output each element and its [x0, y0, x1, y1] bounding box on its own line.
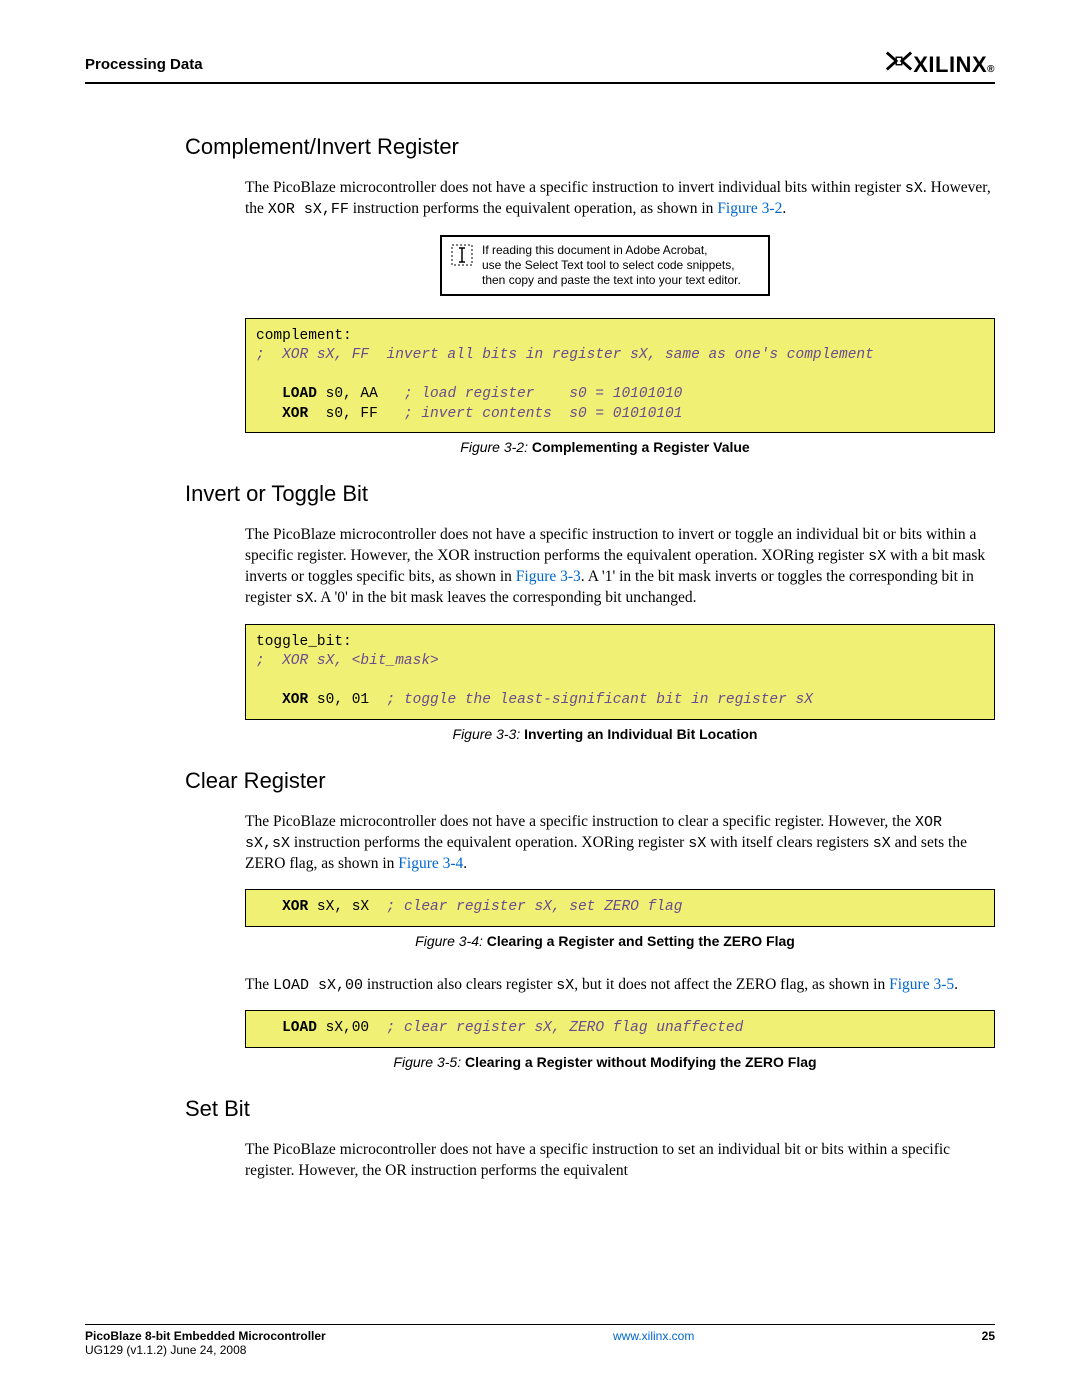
paragraph: The LOAD sX,00 instruction also clears r… — [245, 975, 995, 996]
code-figure-3-2: complement: ; XOR sX, FF invert all bits… — [245, 318, 995, 434]
page-footer: PicoBlaze 8-bit Embedded Microcontroller… — [85, 1324, 995, 1357]
doc-version: UG129 (v1.1.2) June 24, 2008 — [85, 1343, 246, 1357]
heading-invert-toggle: Invert or Toggle Bit — [185, 481, 995, 507]
figure-caption: Figure 3-5: Clearing a Register without … — [215, 1054, 995, 1070]
figure-ref-link[interactable]: Figure 3-5 — [889, 976, 954, 993]
figure-caption: Figure 3-2: Complementing a Register Val… — [215, 439, 995, 455]
figure-caption: Figure 3-3: Inverting an Individual Bit … — [215, 726, 995, 742]
paragraph: The PicoBlaze microcontroller does not h… — [245, 1140, 995, 1182]
heading-complement-invert: Complement/Invert Register — [185, 134, 995, 160]
page-number: 25 — [982, 1329, 995, 1357]
figure-ref-link[interactable]: Figure 3-4 — [398, 855, 463, 872]
code-figure-3-5: LOAD sX,00 ; clear register sX, ZERO fla… — [245, 1010, 995, 1048]
paragraph: The PicoBlaze microcontroller does not h… — [245, 178, 995, 221]
xilinx-logo: XILINX ® — [885, 50, 995, 78]
logo-mark-icon — [885, 50, 913, 78]
code-figure-3-4: XOR sX, sX ; clear register sX, set ZERO… — [245, 889, 995, 927]
page-content: Complement/Invert Register The PicoBlaze… — [215, 134, 995, 1182]
doc-title: PicoBlaze 8-bit Embedded Microcontroller — [85, 1329, 326, 1343]
registered-icon: ® — [987, 64, 995, 75]
section-title: Processing Data — [85, 56, 203, 73]
figure-caption: Figure 3-4: Clearing a Register and Sett… — [215, 933, 995, 949]
hint-callout: If reading this document in Adobe Acroba… — [440, 235, 770, 296]
footer-url-link[interactable]: www.xilinx.com — [613, 1329, 694, 1343]
figure-ref-link[interactable]: Figure 3-2 — [717, 200, 782, 217]
code-figure-3-3: toggle_bit: ; XOR sX, <bit_mask> XOR s0,… — [245, 624, 995, 720]
paragraph: The PicoBlaze microcontroller does not h… — [245, 812, 995, 875]
figure-ref-link[interactable]: Figure 3-3 — [516, 568, 581, 585]
heading-clear-register: Clear Register — [185, 768, 995, 794]
heading-set-bit: Set Bit — [185, 1096, 995, 1122]
text-cursor-icon — [450, 243, 474, 288]
logo-text: XILINX — [913, 52, 987, 78]
page-header: Processing Data XILINX ® — [85, 50, 995, 84]
paragraph: The PicoBlaze microcontroller does not h… — [245, 525, 995, 609]
